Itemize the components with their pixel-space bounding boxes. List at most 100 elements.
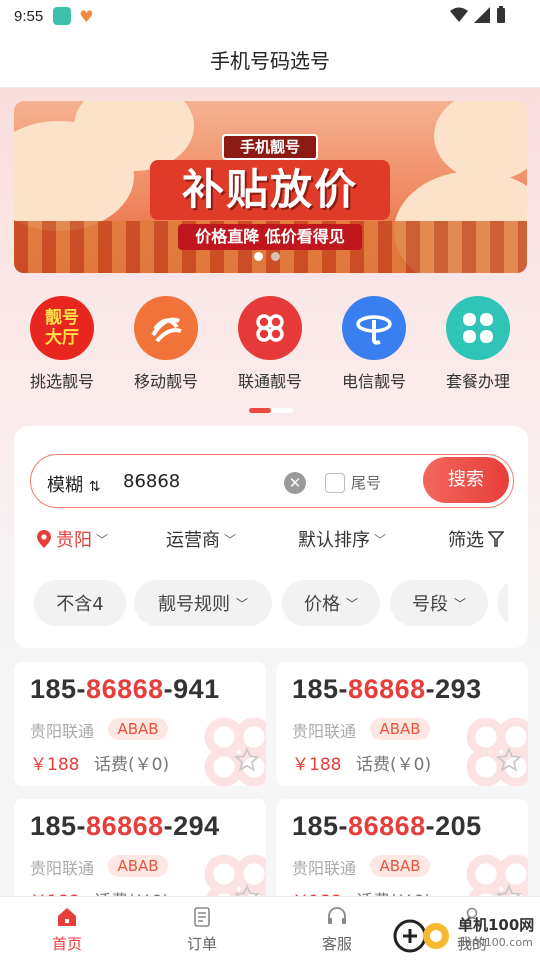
banner-pagination <box>254 252 280 261</box>
category-telecom[interactable]: 电信靓号 <box>324 296 424 392</box>
category-page-indicator <box>249 408 293 413</box>
number-fee: 话费(￥0) <box>94 755 170 775</box>
carrier-filter[interactable]: 运营商 ﹀ <box>166 526 236 552</box>
clear-icon[interactable]: ✕ <box>284 472 306 494</box>
watermark-url: danji100.com <box>458 936 533 949</box>
battery-icon <box>497 6 505 23</box>
number-card[interactable]: 185-86868-293 贵阳联通 ABAB ￥188 话费(￥0) <box>276 662 528 786</box>
chip-number-rule[interactable]: 靓号规则 ﹀ <box>134 580 272 626</box>
chevron-down-icon: ﹀ <box>345 596 358 611</box>
search-mode-label: 模糊 <box>47 475 83 496</box>
filter-row: 贵阳 ﹀ 运营商 ﹀ 默认排序 ﹀ 筛选 <box>30 526 514 556</box>
order-icon <box>194 907 210 927</box>
watermark-text: 单机100网 <box>458 916 535 934</box>
category-pick-number[interactable]: 靓号大厅 挑选靓号 <box>12 296 112 392</box>
signal-icon <box>474 7 490 23</box>
watermark-logo-icon <box>393 919 449 953</box>
chip-label: 靓号规则 <box>157 594 230 615</box>
number-prefix: 185- <box>292 674 349 704</box>
category-label: 电信靓号 <box>341 372 406 391</box>
number-suffix: -205 <box>425 811 482 841</box>
category-label: 联通靓号 <box>237 372 302 391</box>
pattern-tag: ABAB <box>108 855 168 877</box>
category-package[interactable]: 套餐办理 <box>428 296 528 392</box>
page-title: 手机号码选号 <box>210 49 330 73</box>
china-telecom-icon <box>342 296 406 360</box>
unicom-watermark-icon <box>466 717 528 786</box>
favorite-star-icon[interactable] <box>234 747 260 773</box>
filter-label: 筛选 <box>448 530 484 551</box>
good-number-hall-icon: 靓号大厅 <box>30 296 94 360</box>
pattern-tag: ABAB <box>370 718 430 740</box>
category-label: 挑选靓号 <box>29 372 94 391</box>
page-header: 手机号码选号 <box>0 32 540 88</box>
chip-no-four[interactable]: 不含4 <box>34 580 126 626</box>
banner-headline: 补贴放价 <box>150 160 390 220</box>
chevron-down-icon: ﹀ <box>224 532 237 547</box>
number-suffix: -941 <box>163 674 220 704</box>
swap-arrows-icon: ⇅ <box>88 479 101 495</box>
wifi-icon <box>450 7 468 22</box>
china-mobile-icon <box>134 296 198 360</box>
site-watermark: 单机100网 danji100.com <box>392 912 540 958</box>
number-card[interactable]: 185-86868-941 贵阳联通 ABAB ￥188 话费(￥0) <box>14 662 266 786</box>
category-unicom[interactable]: 联通靓号 <box>220 296 320 392</box>
search-mode-toggle[interactable]: 模糊 ⇅ <box>47 471 100 497</box>
number-prefix: 185- <box>30 811 87 841</box>
number-highlight: 86868 <box>86 811 164 841</box>
home-icon <box>58 908 76 926</box>
banner-subline: 价格直降 低价看得见 <box>178 224 362 250</box>
search-bar: 模糊 ⇅ 86868 ✕ 尾号 搜索 <box>30 454 514 508</box>
banner-dot <box>271 252 280 261</box>
number-fee: 话费(￥0) <box>356 755 432 775</box>
location-pin-icon <box>37 530 51 548</box>
number-highlight: 86868 <box>348 811 426 841</box>
phone-number: 185-86868-294 <box>30 811 220 842</box>
pattern-tag: ABAB <box>108 718 168 740</box>
tab-label: 订单 <box>186 935 217 953</box>
tab-service[interactable]: 客服 <box>297 905 377 954</box>
city-filter[interactable]: 贵阳 ﹀ <box>36 526 108 552</box>
chevron-down-icon: ﹀ <box>374 532 387 547</box>
search-input[interactable]: 86868 <box>123 471 180 492</box>
phone-number: 185-86868-205 <box>292 811 482 842</box>
city-label: 贵阳 <box>56 530 92 551</box>
category-label: 套餐办理 <box>445 372 510 391</box>
chip-label: 号段 <box>411 594 448 615</box>
chip-segment[interactable]: 号段 ﹀ <box>390 580 488 626</box>
china-unicom-icon <box>238 296 302 360</box>
advanced-filter[interactable]: 筛选 <box>448 526 504 552</box>
chevron-down-icon: ﹀ <box>96 532 109 547</box>
favorite-star-icon[interactable] <box>496 747 522 773</box>
category-mobile[interactable]: 移动靓号 <box>116 296 216 392</box>
tail-number-checkbox[interactable] <box>325 473 345 493</box>
chevron-down-icon: ﹀ <box>235 596 248 611</box>
package-icon <box>446 296 510 360</box>
number-price: ￥188 <box>30 755 80 775</box>
chip-label: 不含4 <box>56 594 104 615</box>
category-icon-text: 靓号大厅 <box>45 308 79 348</box>
tail-number-label: 尾号 <box>351 474 382 492</box>
carrier-label: 运营商 <box>166 530 220 551</box>
chevron-down-icon: ﹀ <box>453 596 466 611</box>
tab-orders[interactable]: 订单 <box>162 905 242 954</box>
tab-label: 首页 <box>51 935 82 953</box>
chip-label: 价格 <box>303 594 340 615</box>
search-button[interactable]: 搜索 <box>423 457 509 503</box>
chip-price[interactable]: 价格 ﹀ <box>282 580 380 626</box>
number-prefix: 185- <box>292 811 349 841</box>
sort-label: 默认排序 <box>298 530 370 551</box>
quick-filter-chips: 不含4 靓号规则 ﹀ 价格 ﹀ 号段 ﹀ <box>34 580 508 626</box>
number-highlight: 86868 <box>86 674 164 704</box>
sort-filter[interactable]: 默认排序 ﹀ <box>298 526 386 552</box>
phone-number: 185-86868-293 <box>292 674 482 705</box>
category-label: 移动靓号 <box>133 372 198 391</box>
chip-more[interactable] <box>498 580 508 626</box>
search-card: 模糊 ⇅ 86868 ✕ 尾号 搜索 贵阳 ﹀ 运营商 ﹀ 默认排序 ﹀ 筛选 … <box>14 426 528 648</box>
funnel-icon <box>488 531 504 547</box>
tab-home[interactable]: 首页 <box>27 905 107 954</box>
unicom-watermark-icon <box>204 717 266 786</box>
category-grid: 靓号大厅 挑选靓号 移动靓号 联通靓号 电信靓号 套餐办理 <box>0 296 540 392</box>
app-notification-icon <box>53 7 72 25</box>
number-location: 贵阳联通 <box>292 859 357 878</box>
